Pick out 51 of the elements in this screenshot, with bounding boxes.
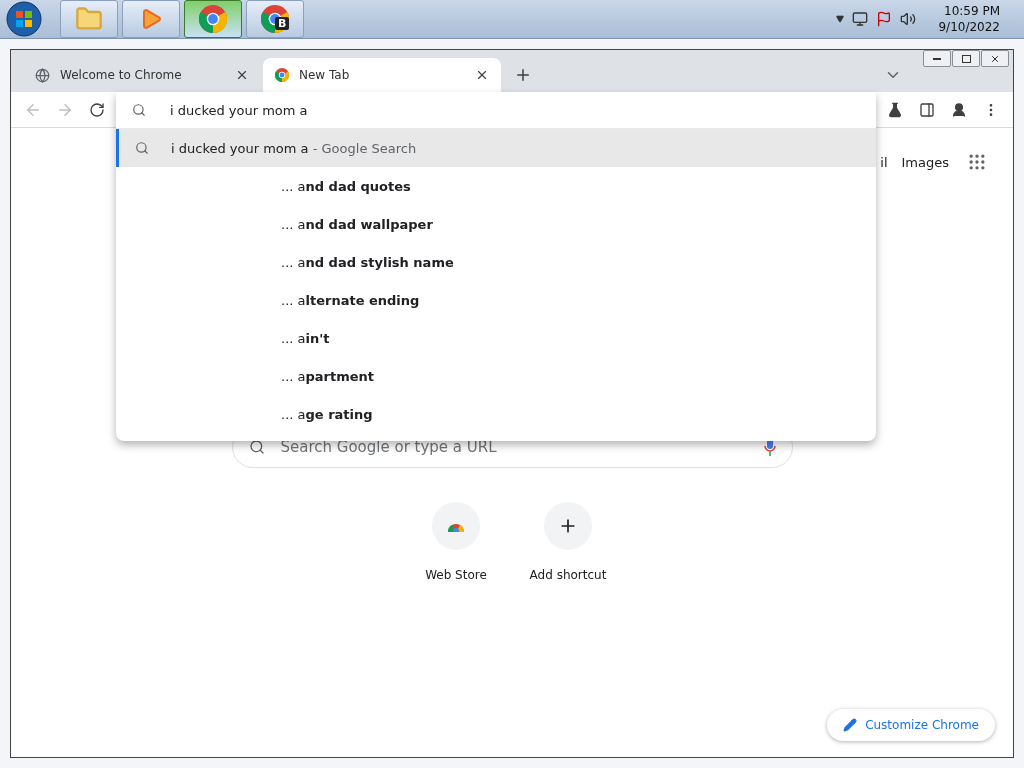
suggestion-item[interactable]: ... age rating — [116, 395, 876, 433]
taskbar-app-button[interactable]: B — [246, 0, 304, 38]
folder-icon — [75, 5, 103, 33]
search-icon — [248, 439, 265, 455]
suggestion-item[interactable]: ... and dad quotes — [116, 167, 876, 205]
chrome-icon — [199, 5, 227, 33]
browser-tab[interactable]: New Tab — [263, 58, 501, 92]
pencil-icon — [843, 718, 858, 732]
suggestion-item[interactable]: ... and dad stylish name — [116, 243, 876, 281]
volume-icon[interactable] — [900, 11, 917, 27]
taskbar-app-button[interactable] — [122, 0, 180, 38]
suggestion-item[interactable]: ... ain't — [116, 319, 876, 357]
search-icon — [132, 103, 146, 117]
suggestion-item[interactable]: ... and dad wallpaper — [116, 205, 876, 243]
tab-title: Welcome to Chrome — [60, 68, 183, 82]
side-panel-icon — [919, 101, 935, 118]
clock[interactable]: 10:59 PM 9/10/2022 — [938, 3, 1000, 35]
app-badge: B — [275, 17, 290, 30]
shortcut-tile[interactable]: Add shortcut — [516, 502, 620, 582]
tab-title: New Tab — [299, 68, 351, 82]
header-link[interactable]: Images — [901, 154, 949, 170]
maximize-icon — [961, 54, 971, 63]
header-link[interactable]: il — [880, 154, 888, 170]
close-icon — [990, 53, 1000, 64]
network-icon[interactable] — [852, 11, 869, 27]
suggestion-item[interactable]: ... alternate ending — [116, 281, 876, 319]
search-icon — [135, 141, 149, 155]
apps-grid-icon — [967, 152, 987, 172]
maximize-button[interactable] — [952, 50, 980, 67]
suggestion-item[interactable]: ... apartment — [116, 357, 876, 395]
customize-chrome-button[interactable]: Customize Chrome — [827, 709, 995, 741]
close-button[interactable] — [981, 50, 1009, 67]
close-tab-icon[interactable] — [235, 68, 249, 82]
flag-icon[interactable] — [876, 11, 893, 27]
close-tab-icon[interactable] — [475, 68, 489, 82]
start-button[interactable] — [4, 0, 44, 38]
flask-icon — [887, 101, 903, 118]
taskbar-app-button[interactable] — [184, 0, 242, 38]
plus-icon — [514, 66, 532, 84]
browser-tab[interactable]: Welcome to Chrome — [23, 58, 261, 92]
show-hidden-icons-icon[interactable] — [836, 15, 845, 23]
shortcut-tile[interactable]: Web Store — [404, 502, 508, 582]
person-icon — [951, 101, 967, 118]
reload-icon — [89, 101, 105, 118]
suggestion-item[interactable]: i ducked your mom a - Google Search — [116, 129, 876, 167]
minimize-icon — [933, 57, 941, 60]
address-field[interactable]: i ducked your mom a — [168, 101, 876, 119]
suggestion-text: i ducked your mom a - Google Search — [171, 140, 417, 156]
globe-icon — [35, 67, 50, 83]
minimize-button[interactable] — [923, 50, 951, 67]
chrome-icon — [275, 68, 289, 82]
